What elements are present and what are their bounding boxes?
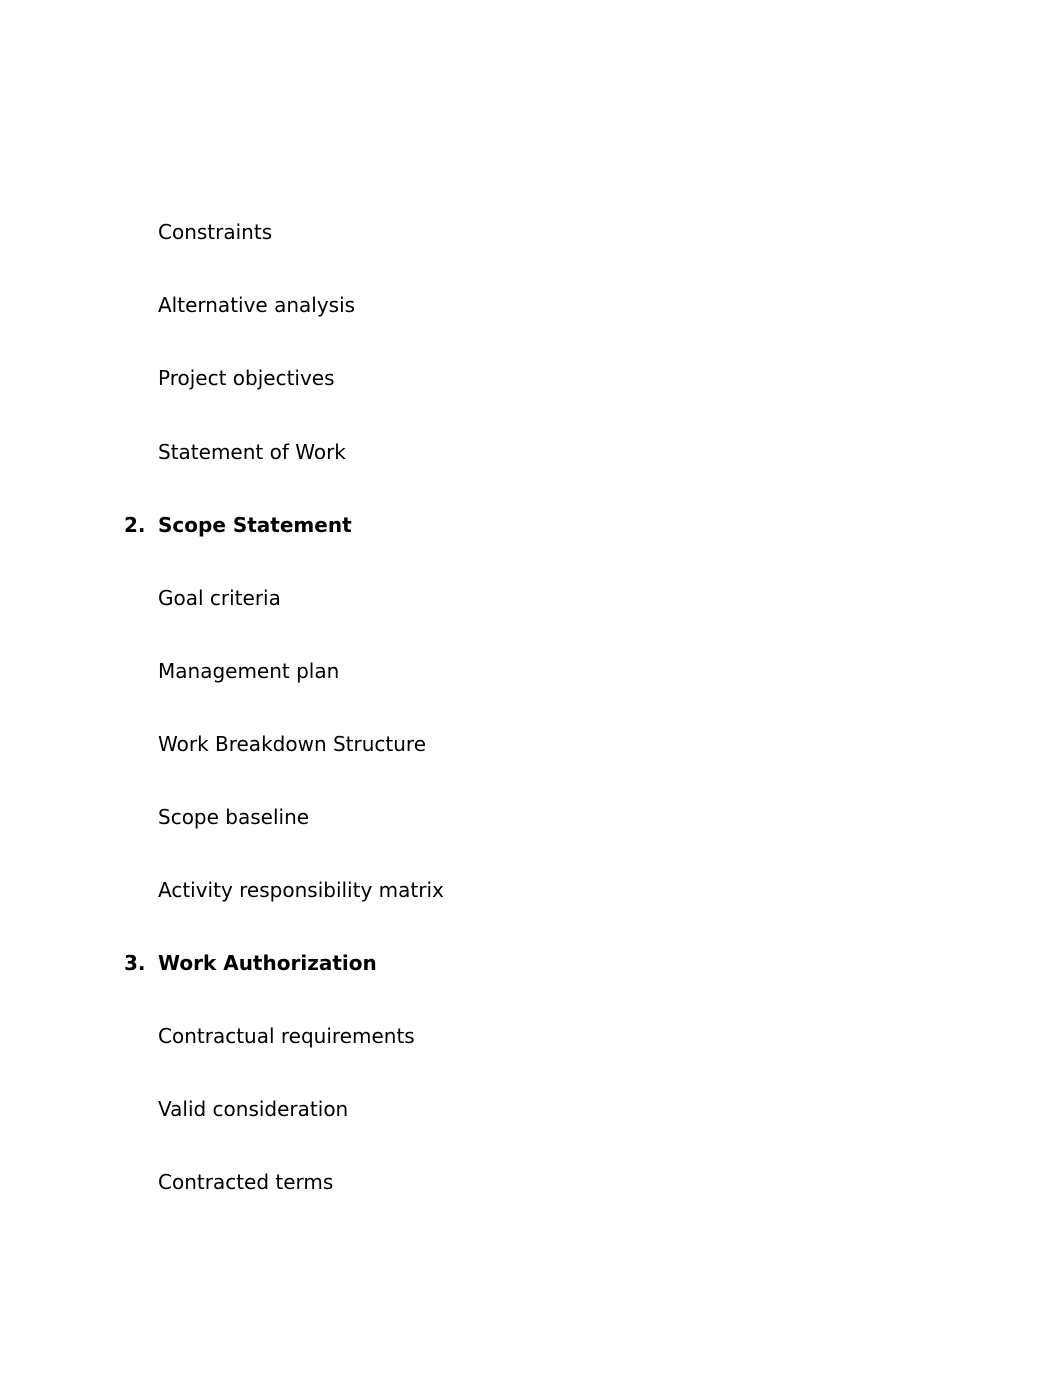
list-item: Statement of Work	[158, 440, 346, 464]
section-number: 3.	[124, 951, 146, 975]
list-item-text: Project objectives	[158, 366, 335, 390]
list-item-text: Statement of Work	[158, 440, 346, 464]
document-page: Constraints Alternative analysis Project…	[0, 0, 1062, 1377]
section-number: 2.	[124, 513, 146, 537]
list-item-text: Scope baseline	[158, 805, 310, 829]
list-item-text: Valid consideration	[158, 1097, 349, 1121]
section-heading-scope-statement: 2. Scope Statement	[124, 513, 352, 537]
list-item-text: Constraints	[158, 220, 273, 244]
list-item-text: Contracted terms	[158, 1170, 334, 1194]
list-item: Project objectives	[158, 366, 335, 390]
section-title: Scope Statement	[158, 513, 352, 537]
list-item-text: Activity responsibility matrix	[158, 878, 444, 902]
list-item: Constraints	[158, 220, 272, 244]
list-item: Management plan	[158, 659, 339, 683]
list-item-text: Contractual requirements	[158, 1024, 415, 1048]
list-item: Contractual requirements	[158, 1024, 415, 1048]
section-title: Work Authorization	[158, 951, 377, 975]
list-item-text: Goal criteria	[158, 586, 281, 610]
list-item-text: Alternative analysis	[158, 293, 356, 317]
list-item: Activity responsibility matrix	[158, 878, 444, 902]
list-item-text: Management plan	[158, 659, 340, 683]
section-heading-work-authorization: 3. Work Authorization	[124, 951, 377, 975]
list-item: Work Breakdown Structure	[158, 732, 426, 756]
list-item: Contracted terms	[158, 1170, 333, 1194]
list-item: Alternative analysis	[158, 293, 355, 317]
list-item: Scope baseline	[158, 805, 309, 829]
list-item: Goal criteria	[158, 586, 281, 610]
list-item: Valid consideration	[158, 1097, 348, 1121]
list-item-text: Work Breakdown Structure	[158, 732, 427, 756]
